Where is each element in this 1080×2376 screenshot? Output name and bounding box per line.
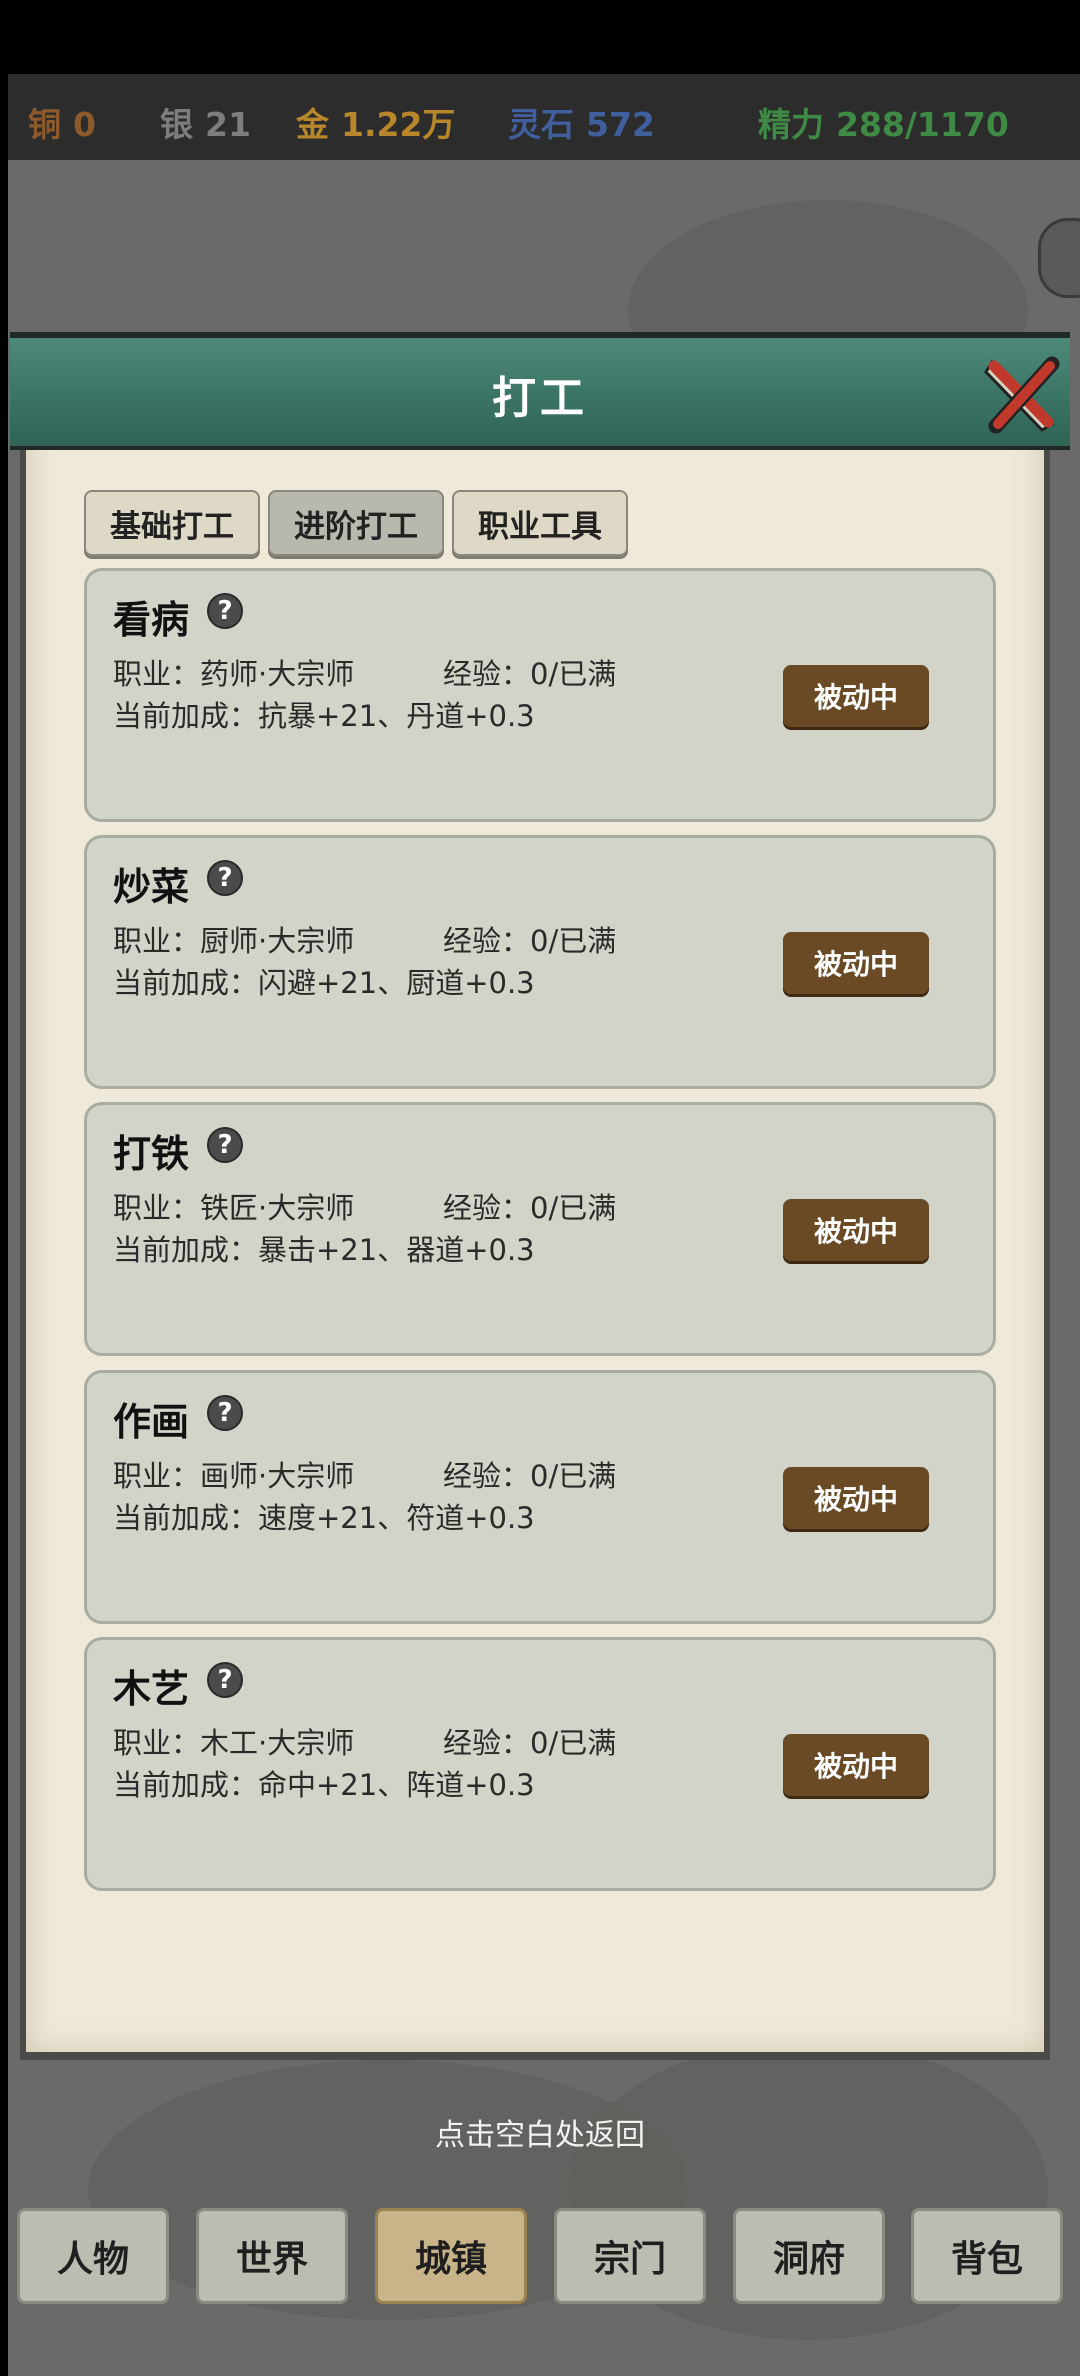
job-bonus: 当前加成：闪避+21、厨道+0.3 bbox=[113, 966, 535, 1000]
nav-character[interactable]: 人物 bbox=[17, 2208, 169, 2304]
passive-status-button[interactable]: 被动中 bbox=[783, 1467, 929, 1529]
tap-blank-to-return-hint: 点击空白处返回 bbox=[435, 2118, 645, 2153]
gold-value: 1.22万 bbox=[341, 105, 456, 144]
job-bonus: 当前加成：抗暴+21、丹道+0.3 bbox=[113, 699, 535, 733]
help-icon[interactable]: ? bbox=[207, 1395, 243, 1431]
silver-value: 21 bbox=[205, 105, 251, 144]
dialog-title: 打工 bbox=[492, 373, 588, 424]
silver-currency: 银 21 bbox=[160, 98, 251, 146]
job-card: 炒菜 ? 职业：厨师·大宗师 经验：0/已满 当前加成：闪避+21、厨道+0.3… bbox=[84, 835, 996, 1089]
side-menu-button[interactable] bbox=[1038, 218, 1080, 298]
nav-sect[interactable]: 宗门 bbox=[554, 2208, 706, 2304]
nav-cave-dwelling[interactable]: 洞府 bbox=[733, 2208, 885, 2304]
job-bonus: 当前加成：暴击+21、器道+0.3 bbox=[113, 1233, 535, 1267]
currency-bar: 铜0 银 21 金 1.22万 灵石 572 精力 288/1170 bbox=[8, 74, 1080, 160]
job-profession: 职业：画师·大宗师 bbox=[113, 1459, 355, 1493]
job-experience: 经验：0/已满 bbox=[443, 1191, 617, 1225]
job-name: 炒菜 bbox=[113, 865, 190, 909]
job-experience: 经验：0/已满 bbox=[443, 924, 617, 958]
passive-status-button[interactable]: 被动中 bbox=[783, 1199, 929, 1261]
nav-world[interactable]: 世界 bbox=[196, 2208, 348, 2304]
job-experience: 经验：0/已满 bbox=[443, 1459, 617, 1493]
help-icon[interactable]: ? bbox=[207, 593, 243, 629]
job-card: 木艺 ? 职业：木工·大宗师 经验：0/已满 当前加成：命中+21、阵道+0.3… bbox=[84, 1637, 996, 1891]
job-profession: 职业：木工·大宗师 bbox=[113, 1726, 355, 1760]
silver-label: 银 bbox=[160, 105, 193, 144]
passive-status-button[interactable]: 被动中 bbox=[783, 1734, 929, 1796]
job-experience: 经验：0/已满 bbox=[443, 1726, 617, 1760]
gold-currency: 金 1.22万 bbox=[296, 98, 455, 146]
energy-value: 288/1170 bbox=[836, 105, 1009, 144]
spirit-stone-label: 灵石 bbox=[508, 105, 574, 144]
job-card: 作画 ? 职业：画师·大宗师 经验：0/已满 当前加成：速度+21、符道+0.3… bbox=[84, 1370, 996, 1624]
job-experience: 经验：0/已满 bbox=[443, 657, 617, 691]
copper-value: 0 bbox=[73, 105, 96, 144]
close-x-icon[interactable] bbox=[982, 354, 1062, 436]
job-name: 木艺 bbox=[113, 1667, 190, 1711]
spirit-stone-value: 572 bbox=[586, 105, 655, 144]
help-icon[interactable]: ? bbox=[207, 860, 243, 896]
energy-label: 精力 bbox=[758, 105, 824, 144]
help-icon[interactable]: ? bbox=[207, 1662, 243, 1698]
job-card: 打铁 ? 职业：铁匠·大宗师 经验：0/已满 当前加成：暴击+21、器道+0.3… bbox=[84, 1102, 996, 1356]
tab-basic-work[interactable]: 基础打工 bbox=[84, 490, 260, 556]
tab-profession-tools[interactable]: 职业工具 bbox=[452, 490, 628, 556]
job-name: 打铁 bbox=[113, 1132, 190, 1176]
energy-currency: 精力 288/1170 bbox=[758, 98, 1009, 146]
job-bonus: 当前加成：命中+21、阵道+0.3 bbox=[113, 1768, 535, 1802]
help-icon[interactable]: ? bbox=[207, 1127, 243, 1163]
passive-status-button[interactable]: 被动中 bbox=[783, 665, 929, 727]
job-bonus: 当前加成：速度+21、符道+0.3 bbox=[113, 1501, 535, 1535]
nav-backpack[interactable]: 背包 bbox=[911, 2208, 1063, 2304]
passive-status-button[interactable]: 被动中 bbox=[783, 932, 929, 994]
nav-town[interactable]: 城镇 bbox=[375, 2208, 527, 2304]
job-profession: 职业：铁匠·大宗师 bbox=[113, 1191, 355, 1225]
spirit-stone-currency: 灵石 572 bbox=[508, 98, 655, 146]
job-profession: 职业：厨师·大宗师 bbox=[113, 924, 355, 958]
job-card: 看病 ? 职业：药师·大宗师 经验：0/已满 当前加成：抗暴+21、丹道+0.3… bbox=[84, 568, 996, 822]
job-profession: 职业：药师·大宗师 bbox=[113, 657, 355, 691]
copper-label: 铜 bbox=[28, 105, 61, 144]
job-name: 作画 bbox=[113, 1400, 190, 1444]
tab-advanced-work[interactable]: 进阶打工 bbox=[268, 490, 444, 556]
gold-label: 金 bbox=[296, 105, 329, 144]
job-name: 看病 bbox=[113, 598, 190, 642]
dialog-header: 打工 bbox=[10, 332, 1070, 450]
copper-currency: 铜0 bbox=[28, 98, 96, 146]
